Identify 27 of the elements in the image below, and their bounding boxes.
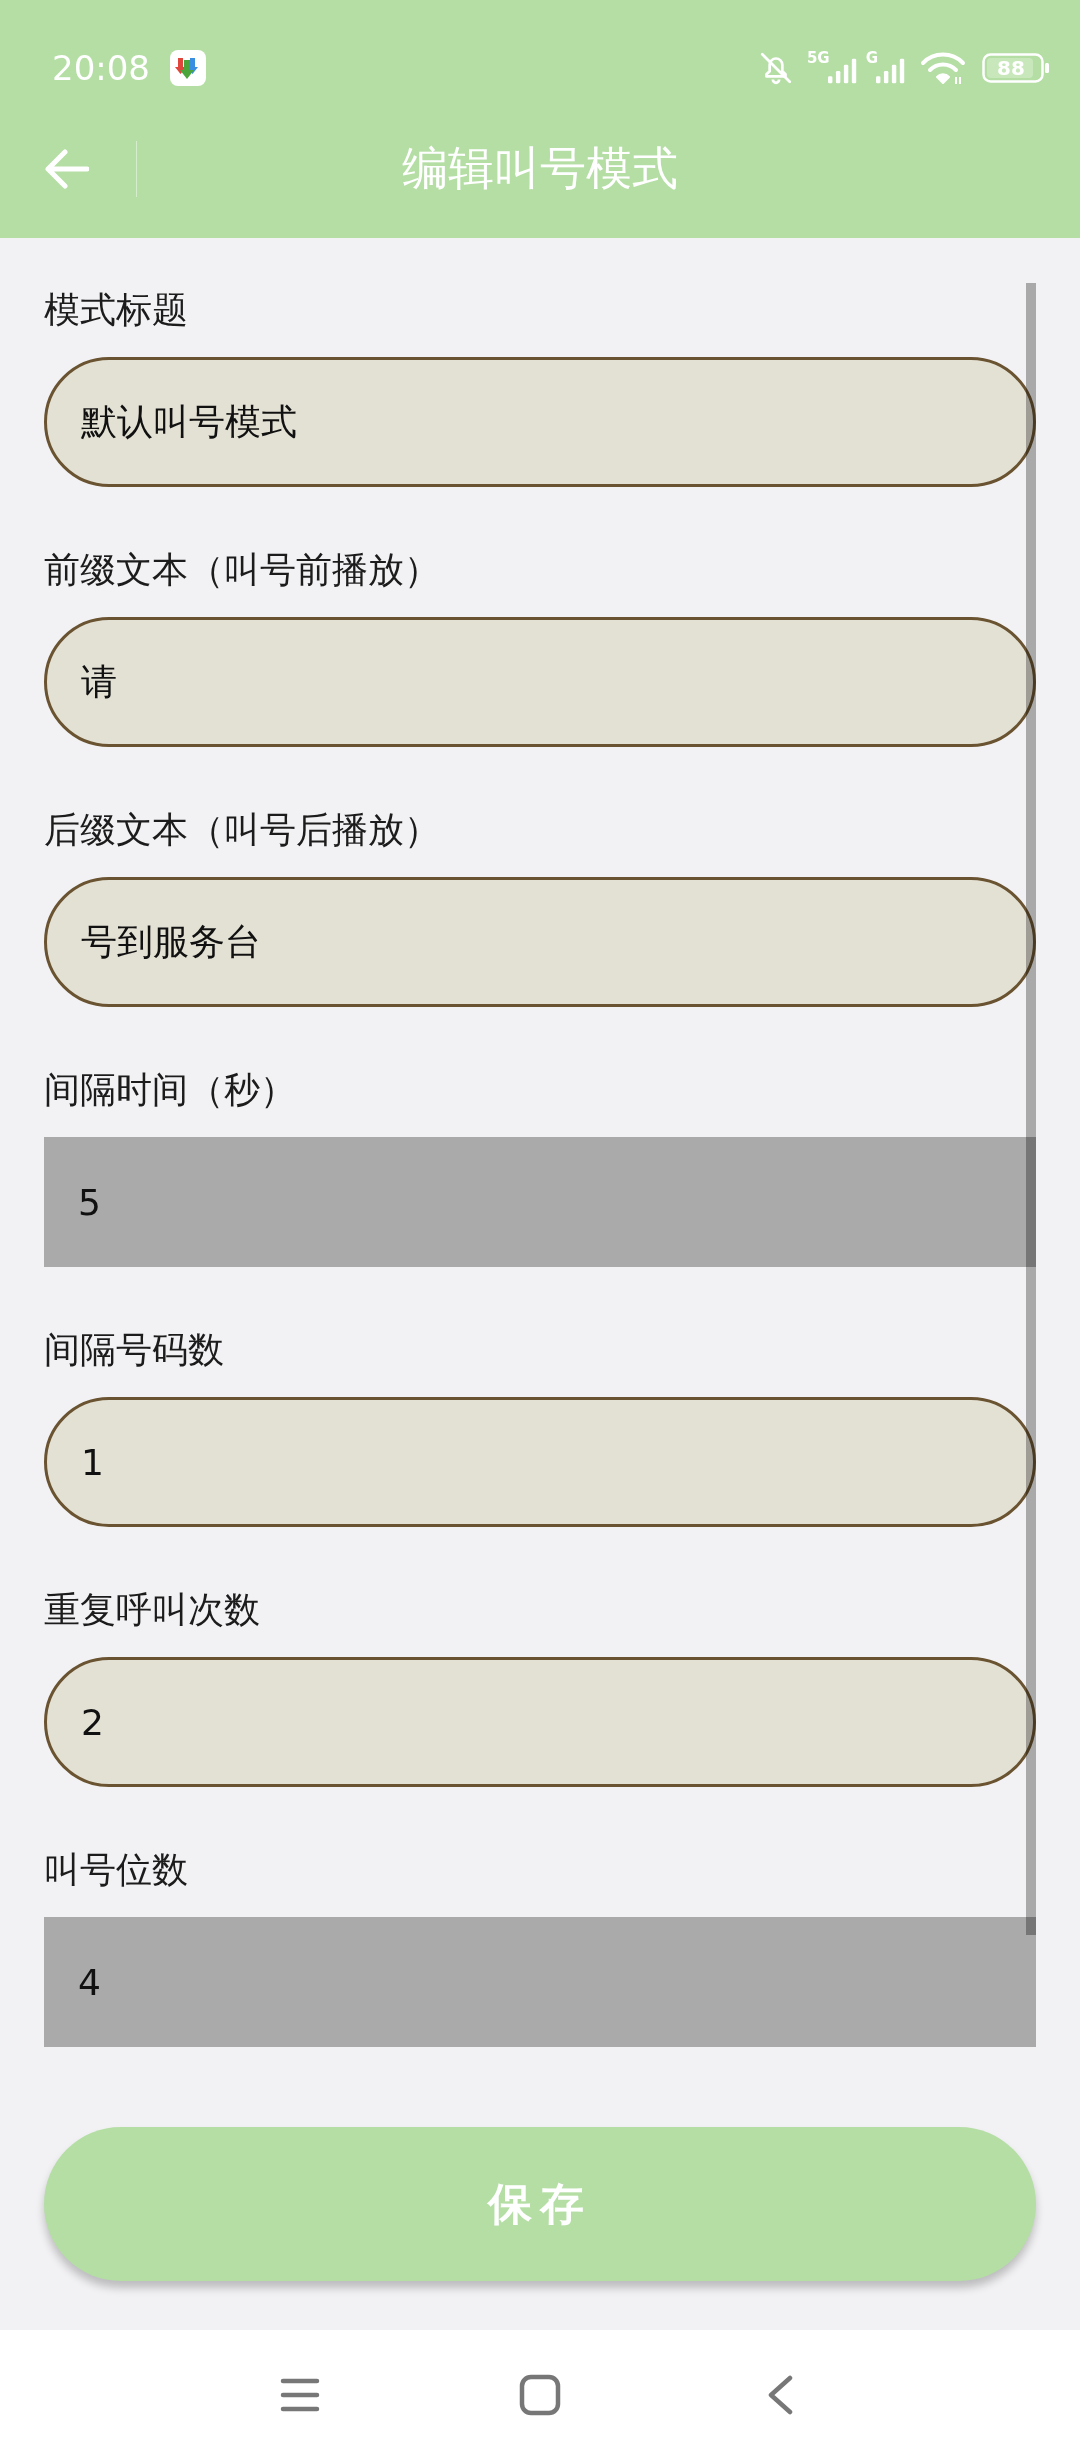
battery-icon [982,53,1050,83]
network-type-label: 5G [806,50,830,66]
signal-icon [827,58,858,84]
wifi-icon [920,51,966,85]
input-field[interactable]: 默认叫号模式 [44,357,1036,487]
field-label: 间隔时间（秒） [44,1068,297,1112]
input-field[interactable]: 请 [44,617,1036,747]
back-arrow-icon [45,149,89,189]
field-label: 间隔号码数 [44,1328,225,1372]
status-time: 20:08 [52,48,150,88]
field-label: 前缀文本（叫号前播放） [44,548,441,592]
field-label: 模式标题 [44,288,189,332]
page-title: 编辑叫号模式 [402,140,678,197]
signal-icon [876,58,906,84]
field-label: 后缀文本（叫号后播放） [44,808,441,852]
download-arrows-icon [170,50,206,86]
chevron-left-icon [767,2375,793,2415]
menu-icon [280,2378,320,2412]
network-type-label: G [865,50,878,66]
input-field[interactable]: 号到服务台 [44,877,1036,1007]
field-label: 叫号位数 [44,1848,189,1892]
input-field[interactable]: 2 [44,1657,1036,1787]
square-icon [519,2374,561,2416]
input-field[interactable]: 1 [44,1397,1036,1527]
battery-level-text: 88 [996,56,1026,80]
field-label: 重复呼叫次数 [44,1588,261,1632]
scrollbar[interactable] [1026,283,1036,1935]
